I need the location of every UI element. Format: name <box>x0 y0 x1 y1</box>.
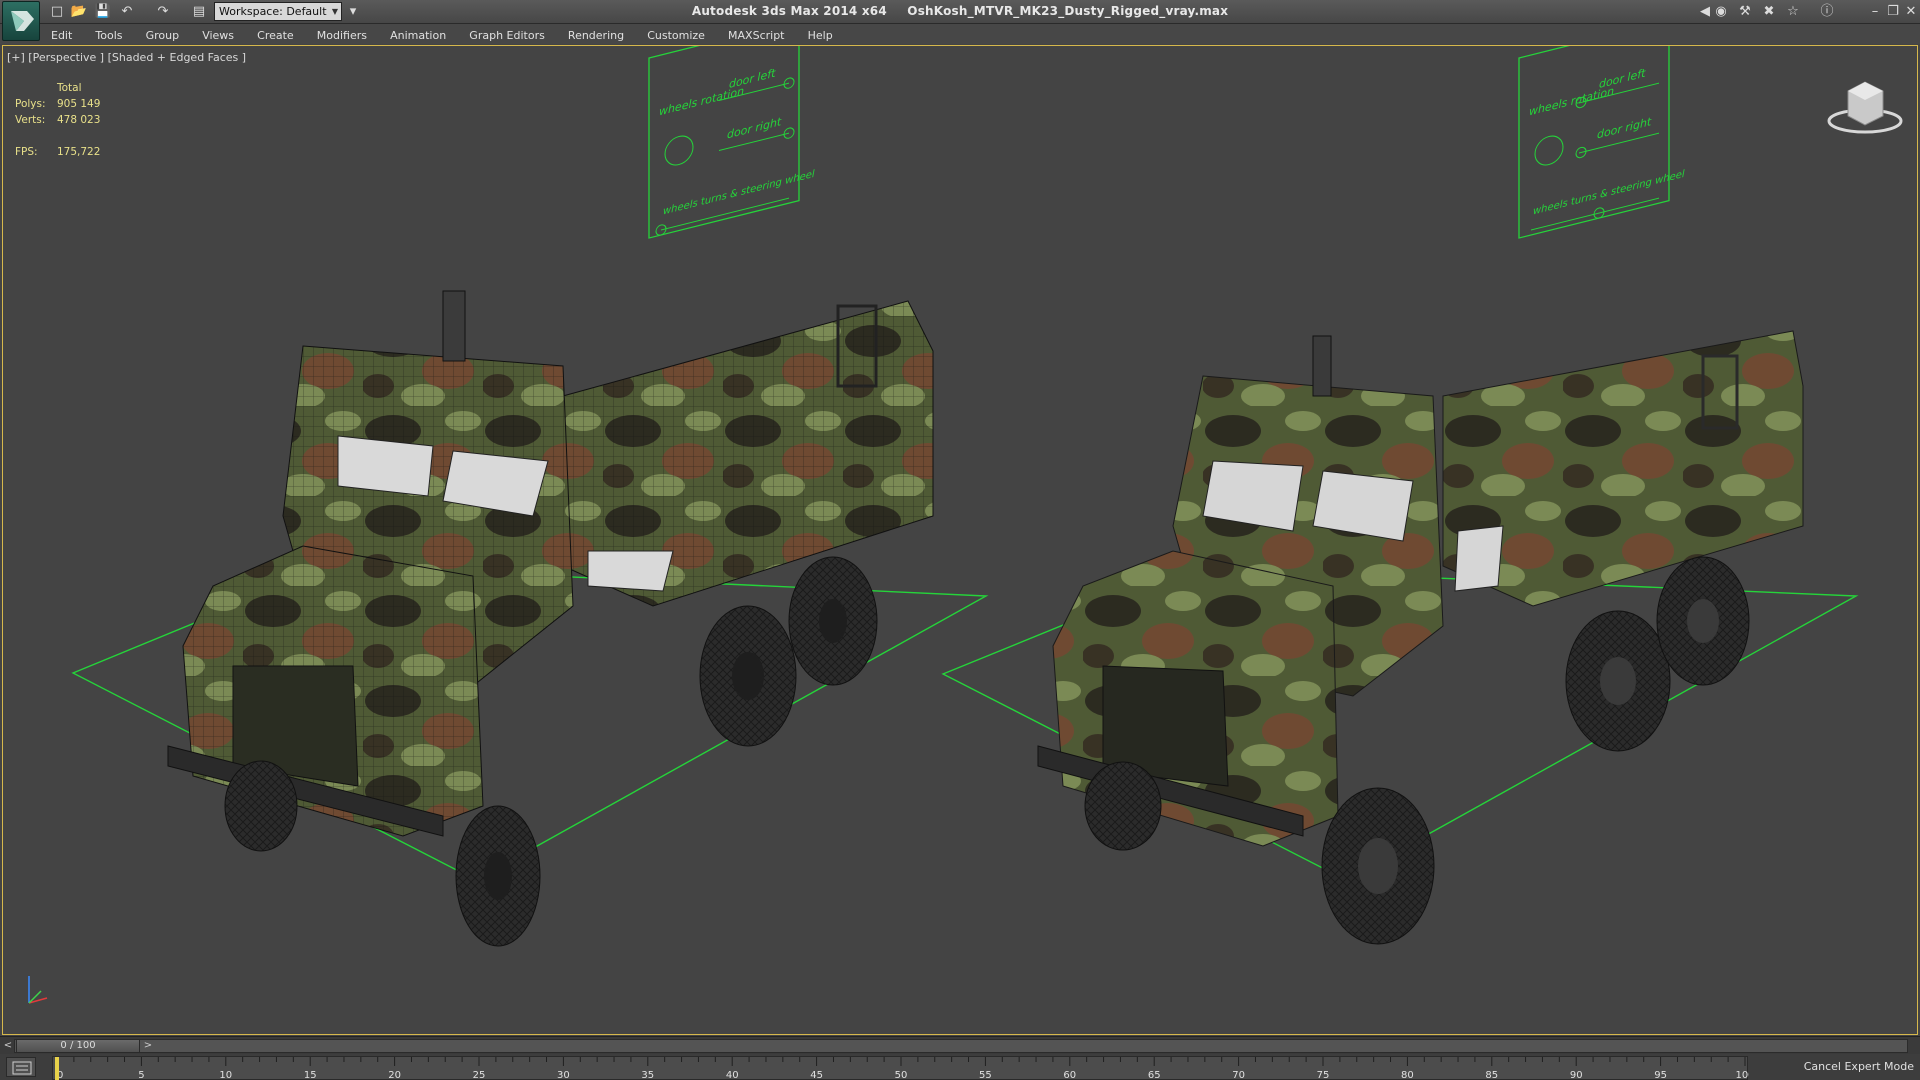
menu-create[interactable]: Create <box>248 26 303 46</box>
save-file-icon[interactable]: 💾 <box>94 3 112 21</box>
viewcube-icon <box>1827 81 1903 134</box>
stats-total-label: Total <box>57 82 82 94</box>
next-frame-icon[interactable]: > <box>142 1039 154 1053</box>
menu-graph-editors[interactable]: Graph Editors <box>460 26 554 46</box>
curve-editor-icon <box>12 1061 32 1075</box>
close-icon[interactable]: ✕ <box>1902 3 1920 21</box>
timeline-tick-label: 65 <box>1148 1070 1161 1080</box>
open-file-icon[interactable]: 📂 <box>70 3 88 21</box>
menu-customize[interactable]: Customize <box>638 26 714 46</box>
timeline-tick-label: 90 <box>1570 1070 1583 1080</box>
truck-textured-model <box>1037 330 1804 945</box>
rig-label-door-right-2: door right <box>1597 115 1652 141</box>
project-folder-icon[interactable]: ▤ <box>190 3 208 21</box>
menu-group[interactable]: Group <box>137 26 189 46</box>
viewport-label[interactable]: [+] [Perspective ] [Shaded + Edged Faces… <box>7 51 246 64</box>
prev-frame-icon[interactable]: < <box>2 1039 14 1053</box>
current-frame-marker[interactable] <box>55 1057 59 1080</box>
rig-label-door-right: door right <box>727 115 782 141</box>
menu-rendering[interactable]: Rendering <box>559 26 633 46</box>
time-slider[interactable]: < 0 / 100 > <box>0 1036 1920 1054</box>
stats-polys-label: Polys: <box>15 98 46 110</box>
exchange-icon[interactable]: ✖ <box>1760 3 1778 21</box>
app-title: Autodesk 3ds Max 2014 x64 <box>691 4 887 18</box>
timeline-tick-label: 10 <box>219 1070 232 1080</box>
stats-polys-value: 905 149 <box>57 98 101 110</box>
rig-control-panel-right: wheels rotation door left door right whe… <box>1518 46 1685 239</box>
perspective-viewport[interactable]: wheels rotation door left door right whe… <box>2 45 1918 1035</box>
timeline-tick-label: 5 <box>138 1070 144 1080</box>
app-menu-logo[interactable] <box>2 1 40 41</box>
menu-modifiers[interactable]: Modifiers <box>308 26 376 46</box>
rig-label-door-left: door left <box>729 66 776 91</box>
axis-tripod-icon <box>28 976 48 1004</box>
chevron-down-icon: ▼ <box>331 7 338 16</box>
workspace-label: Workspace: Default <box>219 5 327 18</box>
track-bar: 0 5 10 15 20 25 30 35 40 45 50 55 60 65 70 75 80 85 90 95 10… <box>0 1054 1920 1080</box>
menu-bar: Edit Tools Group Views Create Modifiers … <box>42 24 1920 44</box>
timeline-tick-label: 100 <box>1735 1070 1749 1080</box>
timeline-tick-label: 85 <box>1485 1070 1498 1080</box>
timeline-tick-label: 60 <box>1063 1070 1076 1080</box>
menu-tools[interactable]: Tools <box>86 26 131 46</box>
truck-wireframe-model <box>167 290 934 947</box>
timeline-tick-label: 45 <box>810 1070 823 1080</box>
undo-icon[interactable]: ↶ <box>118 3 136 21</box>
minimize-icon[interactable]: – <box>1866 3 1884 21</box>
timeline-tick-label: 70 <box>1232 1070 1245 1080</box>
3ds-max-logo-icon <box>11 11 34 31</box>
help-icon[interactable]: ⓘ <box>1818 3 1836 21</box>
timeline-ticks: 0 5 10 15 20 25 30 35 40 45 50 55 60 65 70 75 80 85 90 95 10… <box>55 1057 1755 1080</box>
workspace-dropdown[interactable]: Workspace: Default ▼ <box>214 2 342 21</box>
timeline-tick-label: 75 <box>1317 1070 1330 1080</box>
stats-verts-value: 478 023 <box>57 114 101 126</box>
menu-edit[interactable]: Edit <box>42 26 81 46</box>
menu-maxscript[interactable]: MAXScript <box>719 26 793 46</box>
time-slider-thumb[interactable]: 0 / 100 <box>16 1039 140 1053</box>
rig-control-panel-left: wheels rotation door left door right whe… <box>648 46 815 239</box>
menu-help[interactable]: Help <box>799 26 842 46</box>
menu-views[interactable]: Views <box>193 26 243 46</box>
binoculars-icon[interactable]: ◉ <box>1712 3 1730 21</box>
tools-icon[interactable]: ⚒ <box>1736 3 1754 21</box>
time-slider-track[interactable] <box>14 1039 1908 1053</box>
timeline-ruler[interactable]: 0 5 10 15 20 25 30 35 40 45 50 55 60 65 70 75 80 85 90 95 10… <box>52 1056 1755 1080</box>
stats-fps-value: 175,722 <box>57 146 101 158</box>
timeline-tick-label: 30 <box>557 1070 570 1080</box>
timeline-tick-label: 95 <box>1654 1070 1667 1080</box>
customize-toolbar-icon[interactable]: ▾ <box>344 3 362 21</box>
mini-curve-editor-button[interactable] <box>6 1057 36 1077</box>
statistics-overlay: Total Polys: 905 149 Verts: 478 023 FPS: 17… <box>15 80 100 160</box>
new-file-icon[interactable]: □ <box>48 3 66 21</box>
favorites-star-icon[interactable]: ☆ <box>1784 3 1802 21</box>
timeline-tick-label: 55 <box>979 1070 992 1080</box>
file-name: OshKosh_MTVR_MK23_Dusty_Rigged_vray.max <box>907 4 1229 18</box>
app-window: □ 📂 💾 ↶ ↷ ▤ Workspace: Default ▼ ▾ Autod… <box>0 0 1920 1080</box>
timeline-tick-label: 50 <box>895 1070 908 1080</box>
timeline-tick-label: 35 <box>641 1070 654 1080</box>
cancel-expert-mode-button[interactable]: Cancel Expert Mode <box>1804 1058 1914 1076</box>
redo-icon[interactable]: ↷ <box>154 3 172 21</box>
timeline-tick-label: 40 <box>726 1070 739 1080</box>
stats-fps-label: FPS: <box>15 146 38 158</box>
timeline-tick-label: 80 <box>1401 1070 1414 1080</box>
menu-animation[interactable]: Animation <box>381 26 455 46</box>
rig-label-door-left-2: door left <box>1599 66 1646 91</box>
timeline-tick-label: 25 <box>473 1070 486 1080</box>
stats-verts-label: Verts: <box>15 114 46 126</box>
viewport-scene: wheels rotation door left door right whe… <box>28 46 1903 1004</box>
timeline-tick-label: 15 <box>304 1070 317 1080</box>
timeline-tick-label: 20 <box>388 1070 401 1080</box>
restore-icon[interactable]: ❐ <box>1884 3 1902 21</box>
title-bar: □ 📂 💾 ↶ ↷ ▤ Workspace: Default ▼ ▾ Autod… <box>0 0 1920 24</box>
